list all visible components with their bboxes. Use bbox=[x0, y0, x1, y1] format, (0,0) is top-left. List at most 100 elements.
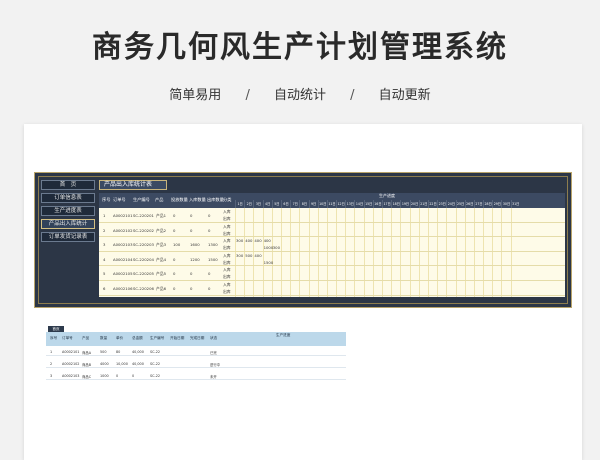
sheet-cell: 40,000 bbox=[132, 350, 144, 354]
table-cell: 0 bbox=[208, 286, 211, 291]
table-cell: 4 bbox=[103, 256, 106, 262]
day-value: 400 bbox=[254, 252, 262, 258]
day-header: 27日 bbox=[473, 200, 483, 208]
table-cell: SC-220204 bbox=[133, 256, 154, 262]
day-header: 4日 bbox=[262, 200, 272, 208]
day-value: 1500 bbox=[263, 259, 274, 265]
table-cell: SC-220201 bbox=[133, 213, 154, 218]
sheet-column-header: 状态 bbox=[210, 336, 218, 340]
sheet-cell: 1000 bbox=[100, 374, 109, 378]
table-cell: 100 bbox=[173, 242, 181, 248]
sidebar-nav: 首 页 订单信息表 生产进度表 产品出入库统计 订单发货记录表 bbox=[41, 180, 95, 245]
table-row: 1 A0002101 SC-220201 产品1 0 0 0 入库 出库 bbox=[99, 208, 565, 223]
nav-home[interactable]: 首 页 bbox=[41, 180, 95, 190]
column-header: 订单号 bbox=[113, 197, 126, 202]
column-header: 入库数量 bbox=[189, 197, 206, 202]
nav-inout-stats[interactable]: 产品出入库统计 bbox=[41, 219, 95, 229]
sheet-column-header: 单价 bbox=[116, 336, 124, 340]
day-header: 7日 bbox=[290, 200, 299, 208]
day-header: 22日 bbox=[427, 200, 437, 208]
type-cell: 出库 bbox=[223, 274, 231, 280]
panel-title: 产品出入库统计表 bbox=[99, 180, 167, 190]
table-cell: 0 bbox=[173, 271, 176, 277]
day-header: 12日 bbox=[336, 200, 345, 208]
sheet-cell: 商品B bbox=[82, 363, 92, 367]
sheet-column-header: 序号 bbox=[50, 336, 58, 340]
sheet-row: 3 A0002103 商品C 1000 0 0 SC-22 未开 bbox=[46, 372, 346, 380]
day-header: 31日 bbox=[510, 200, 520, 208]
day-value: 500 bbox=[245, 252, 253, 258]
day-header: 3日 bbox=[253, 200, 262, 208]
table-row: 6 A0002106 SC-220206 产品6 0 0 0 入库 出库 bbox=[99, 281, 565, 296]
day-value: 300 bbox=[272, 245, 281, 251]
table-cell: A0002102 bbox=[113, 227, 133, 233]
table-cell: 5 bbox=[103, 271, 106, 277]
nav-order-info[interactable]: 订单信息表 bbox=[41, 193, 95, 203]
day-value: 400 bbox=[245, 238, 253, 244]
sheet-cell: 40,000 bbox=[132, 362, 144, 366]
day-header: 5日 bbox=[271, 200, 281, 208]
feature-tag: 自动统计 bbox=[273, 88, 326, 103]
day-header: 8日 bbox=[299, 200, 308, 208]
sheet-column-header: 开始日期 bbox=[170, 336, 185, 340]
table-cell: 产品4 bbox=[156, 256, 167, 262]
table-cell: SC-220202 bbox=[133, 227, 154, 233]
day-value: 400 bbox=[254, 238, 262, 244]
sheet-cell: SC-22 bbox=[150, 374, 161, 378]
table-cell: A0002106 bbox=[113, 286, 133, 291]
day-header: 9日 bbox=[308, 200, 318, 208]
feature-tag: 自动更新 bbox=[378, 88, 431, 103]
table-row: 3 A0002103 SC-220203 产品3 100 1600 1300 入库 出库 300 4… bbox=[99, 237, 565, 252]
day-header: 14日 bbox=[354, 200, 364, 208]
day-header: 21日 bbox=[418, 200, 428, 208]
table-row: 4 A0002104 SC-220204 产品4 0 1200 1500 入库 出库 300 500… bbox=[99, 252, 565, 267]
table-cell: 6 bbox=[103, 286, 106, 291]
sheet-column-header: 完成日期 bbox=[190, 336, 205, 340]
dashboard-screenshot: 首 页 订单信息表 生产进度表 产品出入库统计 订单发货记录表 产品出入库统计表… bbox=[34, 172, 572, 308]
table-header: 序号 订单号 生产编号 产品 投放数量 入库数量 出库数量 分类 生产进度 1日… bbox=[99, 193, 565, 208]
day-header: 26日 bbox=[464, 200, 474, 208]
type-cell: 出库 bbox=[223, 230, 231, 236]
table-cell: 产品6 bbox=[156, 286, 167, 291]
type-cell: 出库 bbox=[223, 216, 231, 221]
page-title: 商务几何风生产计划管理系统 bbox=[92, 30, 508, 65]
type-cell: 入库 bbox=[223, 223, 231, 229]
table-cell: 产品5 bbox=[156, 271, 167, 277]
sheet-column-header: 生产编号 bbox=[150, 336, 165, 340]
table-cell: 产品2 bbox=[156, 227, 167, 233]
sheet-cell: 4000 bbox=[100, 362, 109, 366]
table-cell: 0 bbox=[173, 227, 176, 233]
day-header: 19日 bbox=[400, 200, 410, 208]
sheet-preview: 首页 序号 订单号 产品 数量 单价 总金额 生产编号 开始日期 完成日期 状态 生产进度 1 A00… bbox=[46, 326, 346, 410]
day-header: 20日 bbox=[409, 200, 419, 208]
nav-production-progress[interactable]: 生产进度表 bbox=[41, 206, 95, 216]
type-cell: 出库 bbox=[223, 245, 231, 251]
day-header: 23日 bbox=[437, 200, 446, 208]
sheet-cell: A0002101 bbox=[62, 350, 80, 354]
sheet-cell: 10,000 bbox=[116, 362, 128, 366]
stats-table: 序号 订单号 生产编号 产品 投放数量 入库数量 出库数量 分类 生产进度 1日… bbox=[99, 193, 565, 297]
nav-shipping-records[interactable]: 订单发货记录表 bbox=[41, 232, 95, 242]
sheet-cell: 500 bbox=[100, 350, 107, 354]
type-cell: 入库 bbox=[223, 252, 231, 258]
column-header: 序号 bbox=[102, 197, 111, 202]
sheet-cell: 3 bbox=[50, 374, 53, 378]
plan-header: 生产进度 bbox=[379, 193, 395, 198]
table-cell: 1200 bbox=[190, 256, 200, 262]
sheet-cell: 1 bbox=[50, 350, 53, 354]
table-cell: SC-220206 bbox=[133, 286, 154, 291]
table-cell: 1 bbox=[103, 213, 106, 218]
sheet-cell: 0 bbox=[116, 374, 119, 378]
feature-tags: 简单易用 / 自动统计 / 自动更新 bbox=[0, 84, 600, 103]
sheet-row: 2 A0002102 商品B 4000 10,000 40,000 SC-22 进行中 bbox=[46, 360, 346, 368]
column-header: 投放数量 bbox=[171, 197, 188, 202]
table-cell: 0 bbox=[173, 286, 176, 291]
feature-tag: 简单易用 bbox=[169, 88, 222, 103]
day-header: 13日 bbox=[345, 200, 354, 208]
sheet-status-cell: 未开 bbox=[210, 375, 217, 379]
sheet-status-cell: 已完 bbox=[210, 351, 217, 355]
tag-separator: / bbox=[350, 88, 355, 103]
table-body: 1 A0002101 SC-220201 产品1 0 0 0 入库 出库 2 A0002102 SC-… bbox=[99, 208, 565, 297]
table-cell: 1300 bbox=[208, 242, 218, 248]
day-value: 400 bbox=[263, 238, 271, 244]
